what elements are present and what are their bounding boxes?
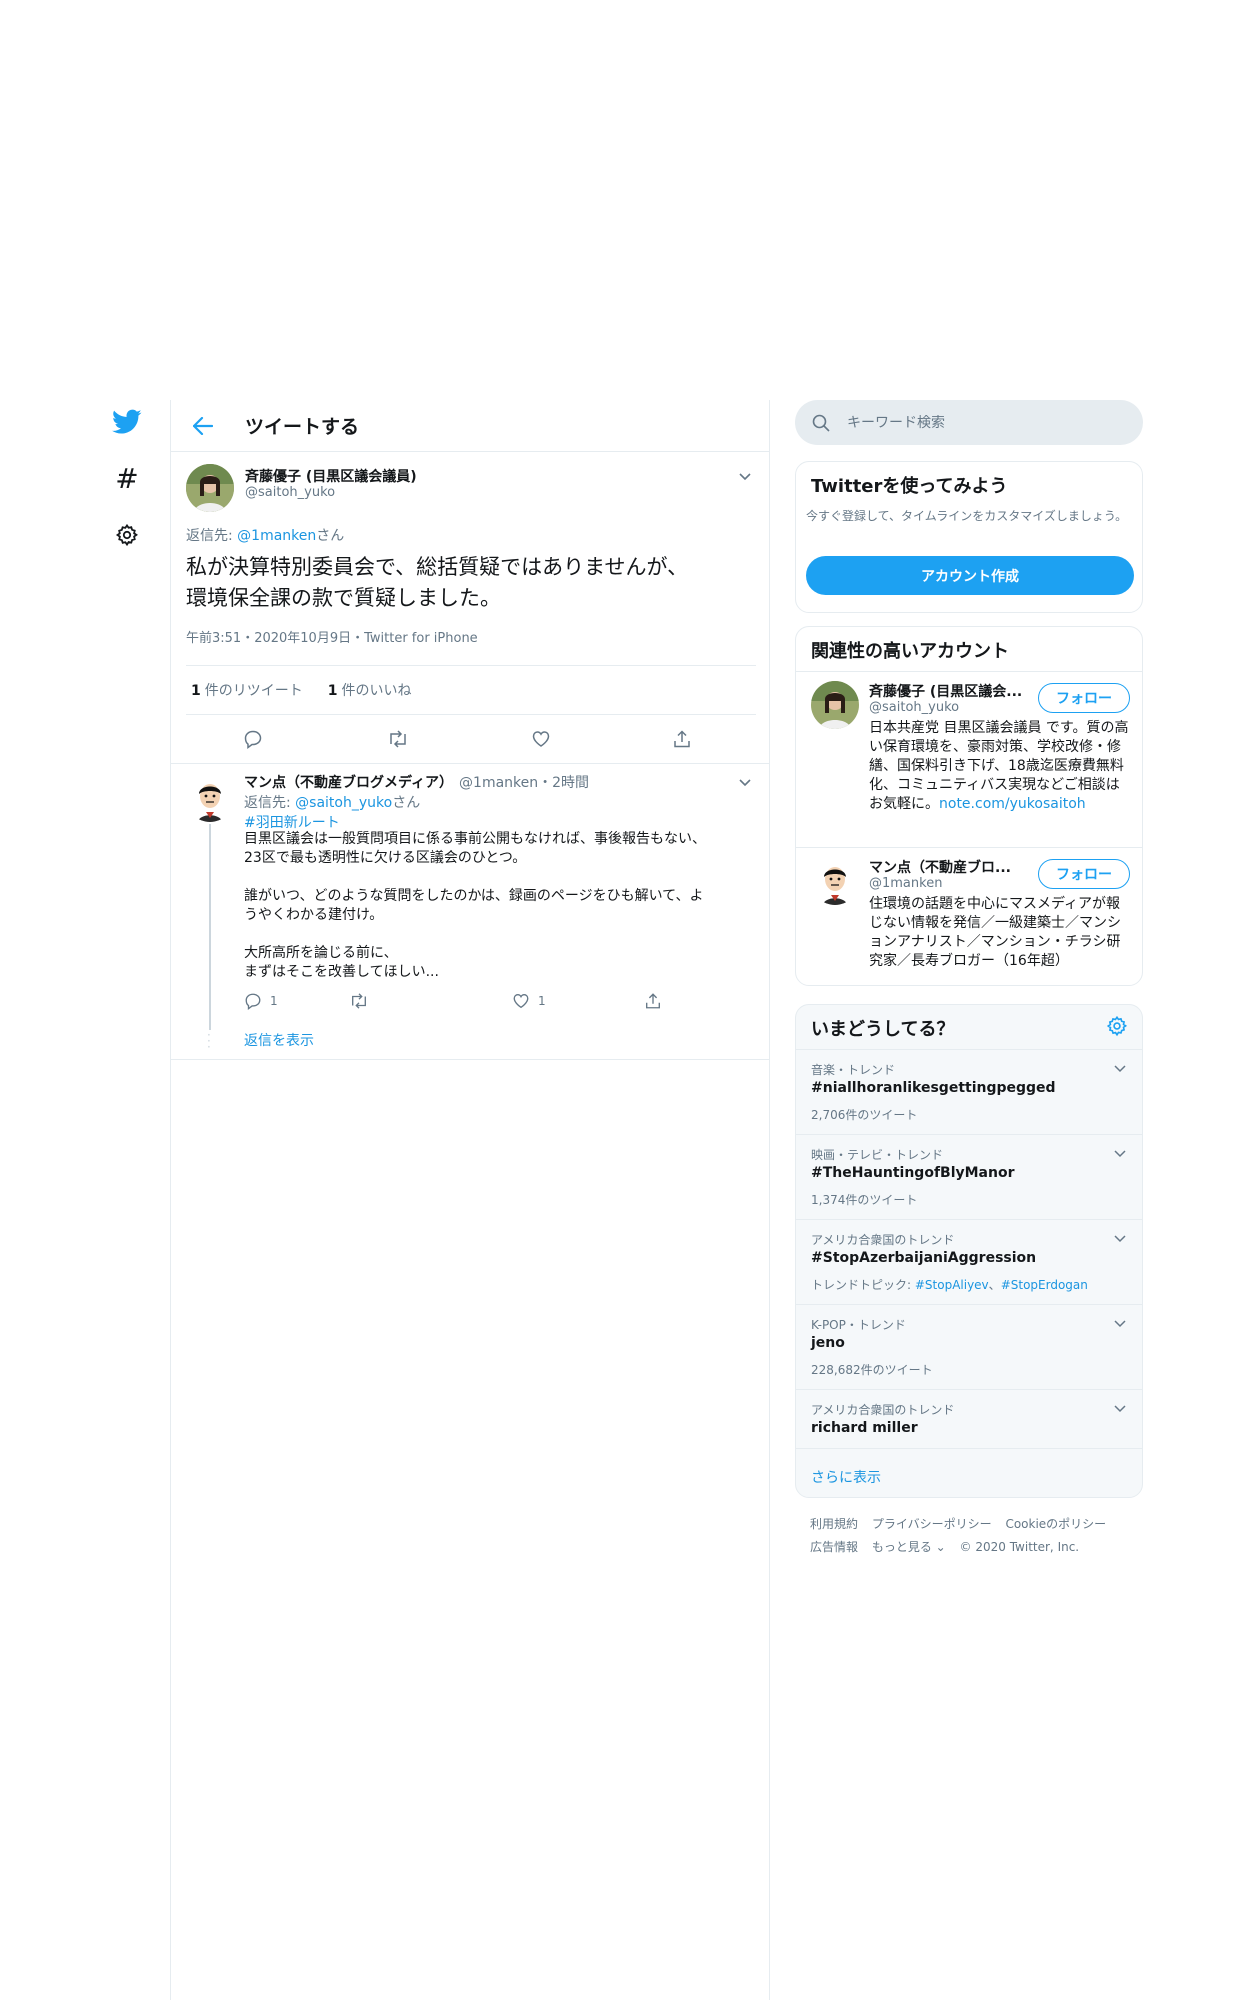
chevron-down-icon[interactable] xyxy=(1112,1060,1128,1076)
heart-icon xyxy=(513,994,529,1009)
heart-icon[interactable] xyxy=(529,727,553,751)
chevron-down-icon[interactable] xyxy=(1112,1400,1128,1416)
chevron-down-icon[interactable] xyxy=(1112,1145,1128,1161)
signup-card: Twitterを使ってみよう 今すぐ登録して、タイムラインをカスタマイズしましょ… xyxy=(795,461,1143,613)
show-more-link[interactable]: さらに表示 xyxy=(811,1467,881,1487)
tweet-actions xyxy=(186,717,756,762)
account-name[interactable]: 斉藤優子 (目黒区議会... xyxy=(869,681,1039,701)
reply-to-line: 返信先: @1mankenさん xyxy=(186,528,345,544)
share-button[interactable] xyxy=(644,992,662,1010)
main-tweet: 斉藤優子 (目黒区議会議員) @saitoh_yuko 返信先: @1manke… xyxy=(171,452,769,764)
footer-copyright: © 2020 Twitter, Inc. xyxy=(959,1540,1080,1554)
trend-topic-link[interactable]: #StopErdogan xyxy=(1001,1278,1088,1292)
footer-cookie-link[interactable]: Cookieのポリシー xyxy=(1005,1517,1106,1531)
tweet-timestamp[interactable]: 午前3:51・2020年10月9日・Twitter for iPhone xyxy=(186,627,478,646)
like-button[interactable]: 1 xyxy=(512,992,546,1010)
account-name[interactable]: マン点（不動産ブロ... xyxy=(869,857,1039,877)
create-account-button[interactable]: アカウント作成 xyxy=(806,556,1134,595)
retweet-icon xyxy=(352,993,366,1009)
follow-button[interactable]: フォロー xyxy=(1038,683,1130,713)
trend-item[interactable]: 音楽・トレンド #niallhoranlikesgettingpegged 2,… xyxy=(796,1049,1142,1134)
reply-tweet: マン点（不動産ブログメディア） @1manken・2時間 返信先: @saitoh… xyxy=(171,764,769,1060)
chevron-down-icon[interactable] xyxy=(735,772,755,792)
footer-more-link[interactable]: もっと見る ⌄ xyxy=(872,1540,946,1554)
author-name[interactable]: マン点（不動産ブログメディア） xyxy=(244,775,453,791)
reply-to-link[interactable]: @saitoh_yuko xyxy=(295,795,392,811)
footer-privacy-link[interactable]: プライバシーポリシー xyxy=(872,1517,992,1531)
author-handle[interactable]: @1manken・2時間 xyxy=(459,775,589,791)
twitter-bird-icon[interactable] xyxy=(105,400,149,444)
chevron-down-icon[interactable] xyxy=(1112,1230,1128,1246)
chevron-down-icon[interactable] xyxy=(1112,1315,1128,1331)
main-column: ツイートする 斉藤優子 (目黒区議会議員) @saitoh_yuko 返信先: … xyxy=(170,400,770,2000)
share-icon[interactable] xyxy=(670,727,694,751)
show-replies-link[interactable]: 返信を表示 xyxy=(244,1030,314,1050)
account-bio: 日本共産党 目黒区議会議員 です。質の高い保育環境を、豪雨対策、学校改修・修繕、… xyxy=(869,720,1129,812)
trends-card: いまどうしてる？ 音楽・トレンド #niallhoranlikesgetting… xyxy=(795,1004,1143,1498)
search-box[interactable] xyxy=(795,400,1143,445)
share-icon xyxy=(646,993,660,1009)
avatar[interactable] xyxy=(186,774,234,822)
tweet-body: 目黒区議会は一般質問項目に係る事前公開もなければ、事後報告もない、 23区で最も透… xyxy=(244,831,706,980)
footer-ads-link[interactable]: 広告情報 xyxy=(810,1540,858,1554)
reply-to-line: 返信先: @saitoh_yukoさん xyxy=(244,795,421,811)
retweet-icon[interactable] xyxy=(386,727,410,751)
account-item[interactable]: 斉藤優子 (目黒区議会... @saitoh_yuko フォロー 日本共産党 目… xyxy=(796,671,1142,847)
trend-topic-link[interactable]: #StopAliyev xyxy=(915,1278,989,1292)
hashtag-link[interactable]: #羽田新ルート xyxy=(244,812,340,832)
gear-icon[interactable] xyxy=(1106,1015,1128,1037)
account-handle[interactable]: @1manken xyxy=(869,876,942,891)
main-header: ツイートする xyxy=(171,400,769,452)
signup-description: 今すぐ登録して、タイムラインをカスタマイズしましょう。 xyxy=(806,509,1128,523)
account-item[interactable]: マン点（不動産ブロ... @1manken フォロー 住環境の話題を中心にマスメ… xyxy=(796,847,1142,985)
thread-dots: · · · xyxy=(207,1028,211,1054)
gear-icon[interactable] xyxy=(105,513,149,557)
trends-title: いまどうしてる？ xyxy=(811,1019,955,1040)
reply-to-link[interactable]: @1manken xyxy=(237,528,316,544)
follow-button[interactable]: フォロー xyxy=(1038,859,1130,889)
reply-icon[interactable] xyxy=(241,727,265,751)
footer-terms-link[interactable]: 利用規約 xyxy=(810,1517,858,1531)
avatar[interactable] xyxy=(811,681,859,729)
hashtag-icon[interactable]: # xyxy=(105,456,149,500)
retweet-button[interactable] xyxy=(349,992,369,1010)
trend-item[interactable]: アメリカ合衆国のトレンド #StopAzerbaijaniAggression … xyxy=(796,1219,1142,1304)
retweet-stat[interactable]: 1 件のリツイート xyxy=(191,680,303,700)
search-icon xyxy=(812,414,830,432)
avatar[interactable] xyxy=(186,464,234,512)
tweet-actions: 1 1 xyxy=(244,992,684,1016)
account-handle[interactable]: @saitoh_yuko xyxy=(869,700,959,715)
chevron-down-icon[interactable] xyxy=(735,466,755,486)
reply-icon xyxy=(245,993,261,1010)
trend-item[interactable]: アメリカ合衆国のトレンド richard miller xyxy=(796,1389,1142,1448)
like-stat[interactable]: 1 件のいいね xyxy=(328,680,412,700)
account-bio: 住環境の話題を中心にマスメディアが報じない情報を発信／一級建築士／マンションアナ… xyxy=(869,896,1121,969)
author-handle[interactable]: @saitoh_yuko xyxy=(245,485,335,500)
back-arrow-icon[interactable] xyxy=(185,408,221,444)
signup-title: Twitterを使ってみよう xyxy=(811,476,1008,497)
related-title: 関連性の高いアカウント xyxy=(811,641,1009,662)
tweet-stats: 1 件のリツイート 1 件のいいね xyxy=(186,665,756,715)
author-name[interactable]: 斉藤優子 (目黒区議会議員) xyxy=(245,466,417,486)
bio-link[interactable]: note.com/yukosaitoh xyxy=(939,796,1086,812)
page-title: ツイートする xyxy=(245,416,360,438)
related-accounts-card: 関連性の高いアカウント 斉藤優子 (目黒区議会... @saitoh_yuko … xyxy=(795,626,1143,986)
footer: 利用規約 プライバシーポリシー Cookieのポリシー 広告情報 もっと見る ⌄… xyxy=(810,1513,1140,1559)
thread-line xyxy=(209,824,211,1030)
avatar[interactable] xyxy=(811,857,859,905)
search-input[interactable] xyxy=(847,414,1107,431)
reply-button[interactable]: 1 xyxy=(244,992,278,1010)
reply-author-line: マン点（不動産ブログメディア） @1manken・2時間 xyxy=(244,772,589,792)
trend-item[interactable]: 映画・テレビ・トレンド #TheHauntingofBlyManor 1,374… xyxy=(796,1134,1142,1219)
tweet-body: 私が決算特別委員会で、総括質疑ではありませんが、 環境保全課の款で質疑しました。 xyxy=(186,555,689,610)
trend-item[interactable]: K-POP・トレンド jeno 228,682件のツイート xyxy=(796,1304,1142,1389)
